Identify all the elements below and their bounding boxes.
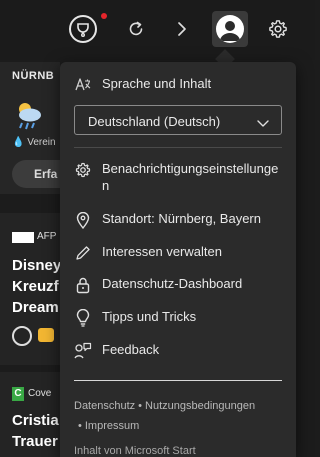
chevron-down-icon [257,115,269,133]
source-name: AFP [37,231,57,242]
headline-line: Dream [12,299,59,316]
source-logo [12,232,34,243]
language-select-value: Deutschland (Deutsch) [88,114,221,129]
settings-menu: Sprache und Inhalt Deutschland (Deutsch)… [60,62,296,457]
profile-button[interactable] [212,11,248,47]
rewards-button[interactable] [65,11,101,47]
menu-divider [74,147,282,148]
menu-item-interests[interactable]: Interessen verwalten [74,243,286,262]
headline-line: Kreuzf [12,278,59,295]
footer-links: Datenschutz • Nutzungsbedingungen • Impress… [74,396,286,436]
thumbs-up-icon[interactable] [38,328,54,342]
feedback-icon [74,342,92,360]
add-reaction-icon[interactable] [12,326,32,346]
top-toolbar [0,0,315,60]
headline-line: Disney [12,257,62,274]
pencil-icon [74,244,92,262]
refresh-icon [129,21,143,36]
rain-cloud-icon [12,100,44,137]
lock-icon [74,276,92,294]
separator: • [138,400,143,412]
terms-link[interactable]: Nutzungsbedingungen [145,400,255,412]
menu-item-label: Interessen verwalten [102,244,222,259]
language-section-label: Sprache und Inhalt [102,76,212,91]
headline-line: Trauer [12,433,58,450]
menu-item-notifications[interactable]: Benachrichtigungseinstellungen [74,160,286,194]
menu-item-label: Feedback [102,342,160,357]
menu-item-privacy-dashboard[interactable]: Datenschutz-Dashboard [74,275,286,294]
gear-icon [269,20,287,38]
menu-item-tips[interactable]: Tipps und Tricks [74,308,286,327]
menu-item-label: Benachrichtigungseinstellungen [102,161,279,193]
news-card[interactable]: C Cove Cristia Trauer [0,372,60,457]
footer-note: Inhalt von Microsoft Start [74,445,196,457]
notification-dot [101,13,107,19]
menu-item-label: Datenschutz-Dashboard [102,276,243,291]
menu-item-location[interactable]: Standort: Nürnberg, Bayern [74,210,286,229]
headline-line: Cristia [12,412,59,429]
language-select[interactable]: Deutschland (Deutsch) [74,105,282,135]
gear-icon [74,161,92,179]
rewards-trophy-icon [69,15,97,43]
menu-item-label: Standort: Nürnberg, Bayern [102,211,261,226]
weather-city: NÜRNB [12,70,55,82]
source-name: Cove [28,388,52,399]
footer-divider [74,380,282,381]
weather-warning: 💧 Verein [12,137,56,148]
weather-warning-text: Verein [27,137,56,148]
news-card[interactable]: AFP Disney Kreuzf Dream [0,213,62,365]
settings-button[interactable] [260,11,296,47]
source-logo: C [12,387,24,401]
location-pin-icon [74,211,92,229]
menu-item-feedback[interactable]: Feedback [74,341,286,360]
lightbulb-icon [74,309,92,327]
separator: • [78,420,82,432]
profile-avatar-icon [216,15,244,43]
chevron-right-icon [178,22,186,36]
privacy-link[interactable]: Datenschutz [74,400,135,412]
language-section: Sprache und Inhalt [74,75,286,94]
language-icon [74,76,92,94]
refresh-button[interactable] [118,11,154,47]
imprint-link[interactable]: Impressum [85,420,139,432]
menu-item-label: Tipps und Tricks [102,309,197,324]
next-button[interactable] [164,11,200,47]
